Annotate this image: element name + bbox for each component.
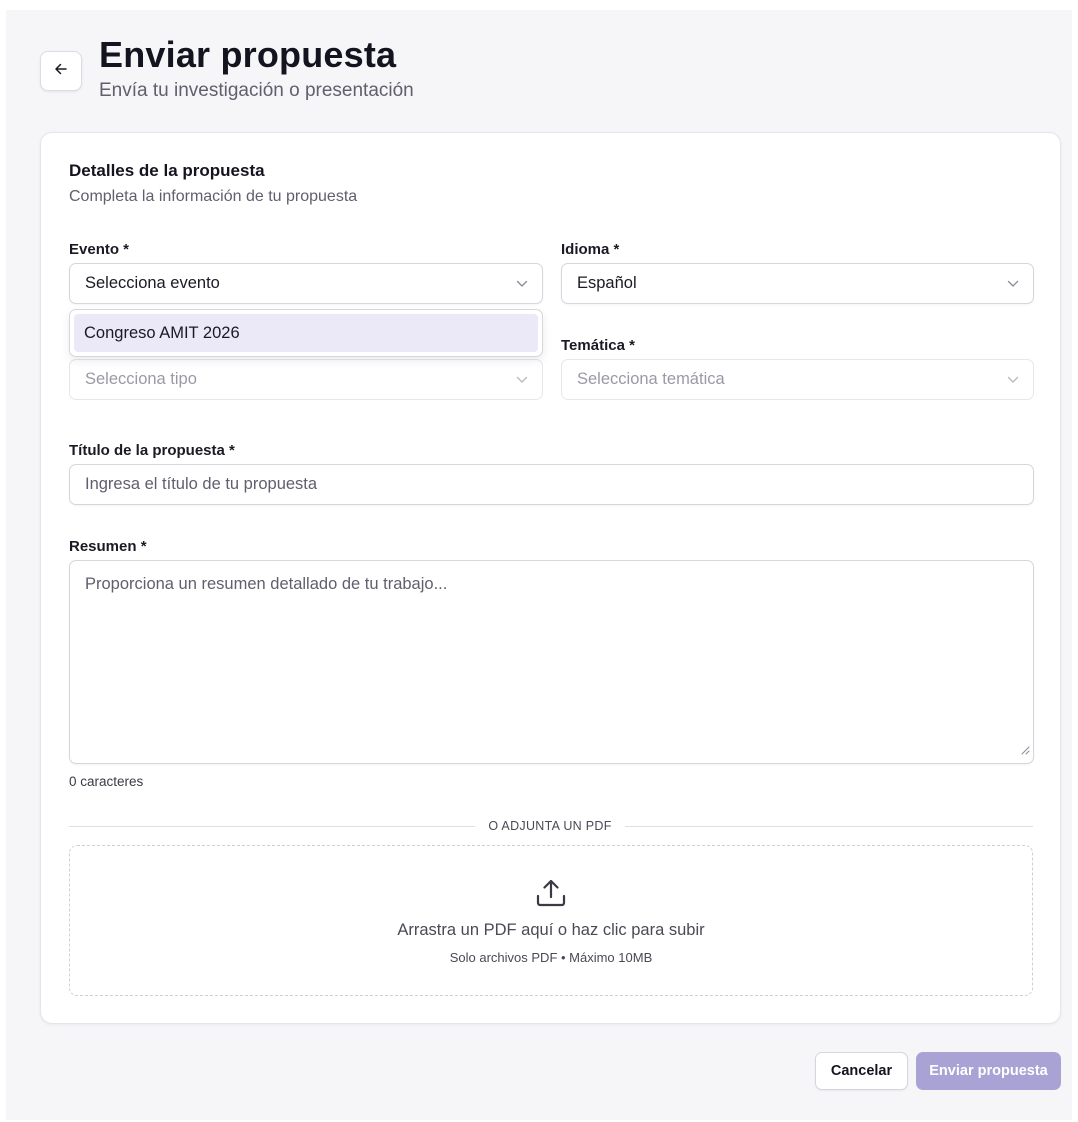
card-subtitle: Completa la información de tu propuesta bbox=[69, 188, 358, 205]
evento-label: Evento * bbox=[69, 241, 130, 258]
idioma-select-value: Español bbox=[577, 274, 637, 292]
tipo-select-value: Selecciona tipo bbox=[85, 370, 197, 388]
tematica-label: Temática * bbox=[561, 337, 635, 354]
titulo-placeholder: Ingresa el título de tu propuesta bbox=[85, 475, 318, 493]
dropzone-sub-text: Solo archivos PDF • Máximo 10MB bbox=[449, 950, 653, 965]
page-subtitle: Envía tu investigación o presentación bbox=[99, 80, 414, 101]
evento-select-value: Selecciona evento bbox=[85, 274, 220, 292]
char-count: 0 caracteres bbox=[69, 774, 144, 789]
chevron-down-icon bbox=[1007, 280, 1019, 288]
chevron-down-icon bbox=[516, 280, 528, 288]
evento-option[interactable]: Congreso AMIT 2026 bbox=[74, 314, 538, 352]
evento-dropdown-menu: Congreso AMIT 2026 bbox=[69, 309, 543, 357]
divider-text: O ADJUNTA UN PDF bbox=[475, 819, 625, 833]
back-button[interactable] bbox=[40, 51, 82, 91]
titulo-label: Título de la propuesta * bbox=[69, 442, 235, 459]
arrow-left-icon bbox=[54, 62, 68, 81]
tipo-select[interactable]: Selecciona tipo bbox=[69, 359, 543, 400]
proposal-details-card: Detalles de la propuesta Completa la inf… bbox=[40, 132, 1061, 1024]
chevron-down-icon bbox=[516, 376, 528, 384]
tematica-select-value: Selecciona temática bbox=[577, 370, 725, 388]
page-title: Enviar propuesta bbox=[99, 34, 397, 75]
submit-proposal-button[interactable]: Enviar propuesta bbox=[916, 1052, 1061, 1090]
cancel-button[interactable]: Cancelar bbox=[815, 1052, 908, 1090]
resumen-placeholder: Proporciona un resumen detallado de tu t… bbox=[85, 575, 448, 593]
pdf-dropzone[interactable]: Arrastra un PDF aquí o haz clic para sub… bbox=[69, 845, 1033, 996]
upload-icon bbox=[535, 877, 567, 914]
idioma-label: Idioma * bbox=[561, 241, 620, 258]
dropzone-main-text: Arrastra un PDF aquí o haz clic para sub… bbox=[397, 921, 705, 939]
resize-grip-icon[interactable] bbox=[1020, 741, 1030, 760]
chevron-down-icon bbox=[1007, 376, 1019, 384]
resumen-label: Resumen * bbox=[69, 538, 147, 555]
tematica-select[interactable]: Selecciona temática bbox=[561, 359, 1034, 400]
resumen-textarea[interactable]: Proporciona un resumen detallado de tu t… bbox=[69, 560, 1034, 764]
titulo-input[interactable]: Ingresa el título de tu propuesta bbox=[69, 464, 1034, 505]
card-title: Detalles de la propuesta bbox=[69, 161, 265, 180]
idioma-select[interactable]: Español bbox=[561, 263, 1034, 304]
evento-select[interactable]: Selecciona evento bbox=[69, 263, 543, 304]
